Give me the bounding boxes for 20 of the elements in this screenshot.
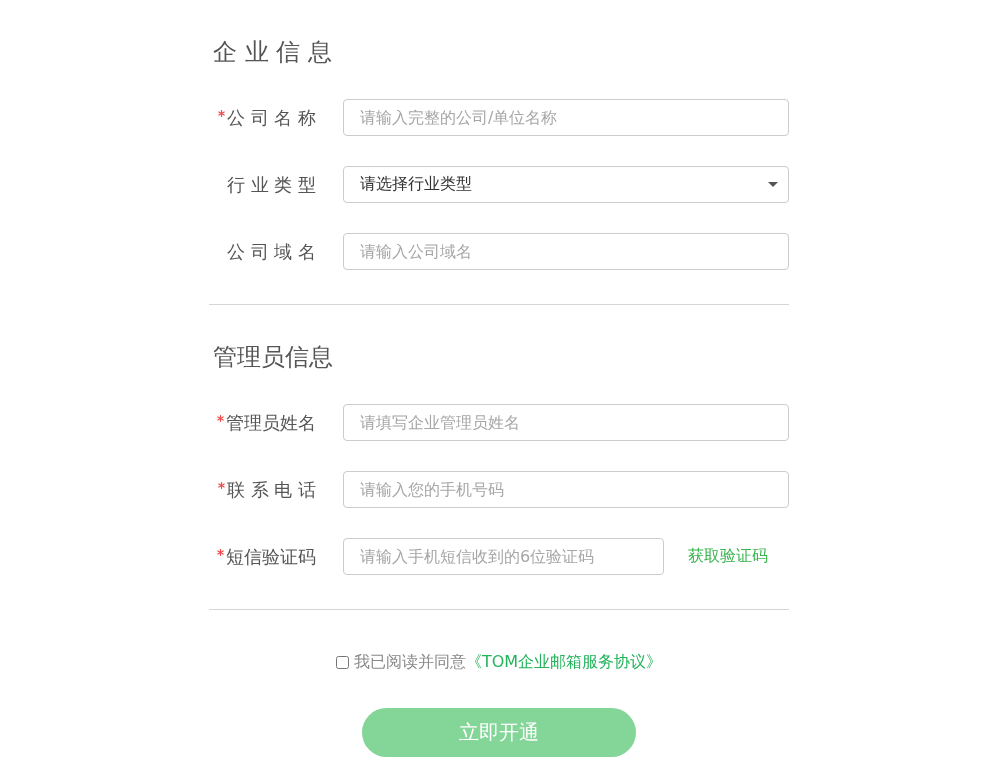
field-label: 短信验证码 xyxy=(226,545,316,568)
field-label: 行 业 类 型 xyxy=(226,173,316,196)
field-label: 管理员姓名 xyxy=(226,411,316,434)
agree-checkbox[interactable] xyxy=(335,655,349,669)
input-field[interactable]: 请输入公司域名 xyxy=(343,233,789,270)
field-label: 联 系 电 话 xyxy=(226,478,316,501)
section-title: 企 业 信 息 xyxy=(212,37,333,68)
get-code-link[interactable]: 获取验证码 xyxy=(688,546,768,567)
input-field[interactable]: 请输入您的手机号码 xyxy=(343,471,789,508)
section-title: 管理员信息 xyxy=(212,342,334,373)
terms-link[interactable]: 《TOM企业邮箱服务协议》 xyxy=(465,652,663,671)
field-label: 公 司 域 名 xyxy=(226,240,316,263)
input-field[interactable]: 请填写企业管理员姓名 xyxy=(343,404,789,441)
dropdown-field[interactable]: 请选择行业类型 xyxy=(343,166,789,203)
field-label: 公 司 名 称 xyxy=(226,106,316,129)
agreement-text: 我已阅读并同意《TOM企业邮箱服务协议》 xyxy=(353,652,663,672)
submit-button[interactable]: 立即开通 xyxy=(362,708,636,757)
input-field[interactable]: 请输入完整的公司/单位名称 xyxy=(343,99,789,136)
caret-icon xyxy=(768,182,778,187)
input-field[interactable]: 请输入手机短信收到的6位验证码 xyxy=(343,538,664,575)
